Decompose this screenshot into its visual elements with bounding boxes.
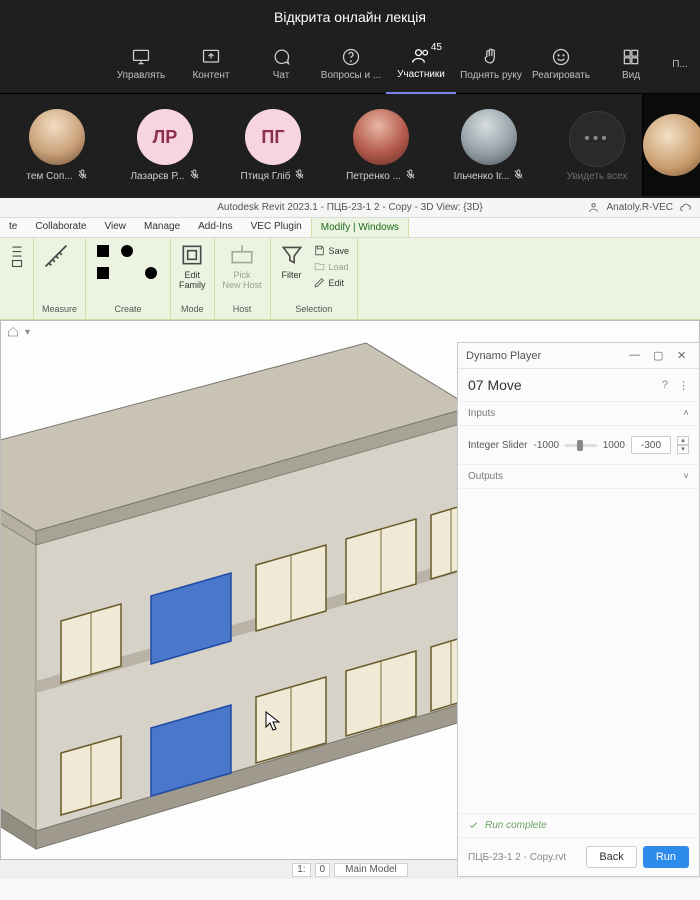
participant-tile[interactable]: ЛР Лазарєв Р... <box>120 109 210 183</box>
qa-button[interactable]: Вопросы и ... <box>316 34 386 94</box>
save-selection-button[interactable]: Save <box>313 244 350 257</box>
create-icon[interactable] <box>118 242 136 260</box>
teams-toolbar: Управлять Контент Чат Вопросы и ... 45 У… <box>0 34 700 94</box>
chevron-up-icon: ˄ <box>683 408 689 419</box>
close-button[interactable]: ✕ <box>677 349 691 363</box>
avatar <box>643 114 700 176</box>
participant-gallery: тем Соп... ЛР Лазарєв Р... ПГ Птиця Гліб… <box>0 94 642 198</box>
check-icon <box>468 820 479 831</box>
help-icon[interactable]: ? <box>662 379 668 392</box>
participant-tile[interactable]: Ільченко Іг... <box>444 109 534 183</box>
emoji-icon <box>551 47 571 67</box>
dynamo-footer: ПЦБ-23-1 2 - Copy.rvt Back Run <box>458 837 699 876</box>
load-selection-button[interactable]: Load <box>313 260 350 273</box>
slider-knob[interactable] <box>577 440 583 451</box>
workset-chip[interactable]: Main Model <box>334 863 408 877</box>
run-button[interactable]: Run <box>643 846 689 868</box>
mic-muted-icon <box>189 169 200 183</box>
manage-button[interactable]: Управлять <box>106 34 176 94</box>
participant-tile[interactable]: тем Соп... <box>12 109 102 183</box>
react-button[interactable]: Реагировать <box>526 34 596 94</box>
zero-chip[interactable]: 0 <box>315 863 331 877</box>
filter-button[interactable]: Filter <box>279 242 305 280</box>
tab-addins[interactable]: Add-Ins <box>189 217 241 237</box>
participants-button[interactable]: 45 Участники <box>386 34 456 94</box>
tab-te[interactable]: te <box>0 217 26 237</box>
tab-collaborate[interactable]: Collaborate <box>26 217 95 237</box>
minimize-button[interactable]: — <box>629 349 643 363</box>
ellipsis-icon: ••• <box>569 111 625 167</box>
modify-button[interactable] <box>8 242 26 270</box>
participant-tile[interactable]: ПГ Птиця Гліб <box>228 109 318 183</box>
user-icon <box>587 201 600 214</box>
create-icon[interactable] <box>142 242 160 260</box>
script-name: 07 Move <box>468 377 522 393</box>
participant-count: 45 <box>431 42 442 53</box>
avatar: ПГ <box>245 109 301 165</box>
tab-modify-windows[interactable]: Modify | Windows <box>311 217 409 237</box>
avatar: ЛР <box>137 109 193 165</box>
avatar <box>29 109 85 165</box>
create-icon[interactable] <box>118 264 136 282</box>
slider-track[interactable] <box>565 444 597 447</box>
content-button[interactable]: Контент <box>176 34 246 94</box>
avatar <box>353 109 409 165</box>
create-icon[interactable] <box>142 264 160 282</box>
value-stepper[interactable]: ▴▾ <box>677 436 689 454</box>
participants-icon <box>411 46 431 66</box>
building-model <box>1 321 471 860</box>
dynamo-script-header: 07 Move ? ⋮ <box>458 369 699 402</box>
maximize-button[interactable]: ▢ <box>653 349 667 363</box>
cloud-icon <box>679 201 692 214</box>
scale-chip[interactable]: 1: <box>292 863 310 877</box>
more-icon[interactable]: ⋮ <box>678 379 689 392</box>
avatar <box>461 109 517 165</box>
edit-family-button[interactable]: Edit Family <box>179 242 206 290</box>
raise-hand-icon <box>481 47 501 67</box>
run-status: Run complete <box>458 813 699 837</box>
inputs-section[interactable]: Inputs ˄ <box>458 402 699 426</box>
back-button[interactable]: Back <box>586 846 636 868</box>
create-icon[interactable] <box>94 264 112 282</box>
grid-icon <box>621 47 641 67</box>
dynamo-file-label: ПЦБ-23-1 2 - Copy.rvt <box>468 852 566 863</box>
see-all-tile[interactable]: ••• Увидеть всех <box>552 111 642 182</box>
view-button[interactable]: Вид <box>596 34 666 94</box>
chevron-down-icon: ˅ <box>683 471 689 482</box>
teams-meeting-bar: Відкрита онлайн лекція Управлять Контент… <box>0 0 700 198</box>
create-icon[interactable] <box>94 242 112 260</box>
qa-icon <box>341 47 361 67</box>
share-screen-icon <box>201 47 221 67</box>
ribbon: Measure Create Edit Family Mode <box>0 238 700 320</box>
slider-value-input[interactable]: -300 <box>631 436 671 454</box>
outputs-section[interactable]: Outputs ˅ <box>458 465 699 489</box>
mic-muted-icon <box>513 169 524 183</box>
shared-screen-revit: Autodesk Revit 2023.1 - ПЦБ-23-1 2 - Cop… <box>0 198 700 900</box>
chat-button[interactable]: Чат <box>246 34 316 94</box>
meeting-title: Відкрита онлайн лекція <box>0 0 700 34</box>
dynamo-player-panel: Dynamo Player — ▢ ✕ 07 Move ? ⋮ Inputs ˄… <box>457 342 700 877</box>
self-preview[interactable] <box>642 94 700 196</box>
tab-manage[interactable]: Manage <box>135 217 189 237</box>
participant-tile[interactable]: Петренко ... <box>336 109 426 183</box>
measure-button[interactable] <box>42 242 70 270</box>
revit-titlebar: Autodesk Revit 2023.1 - ПЦБ-23-1 2 - Cop… <box>0 198 700 218</box>
raise-hand-button[interactable]: Поднять руку <box>456 34 526 94</box>
monitor-icon <box>131 47 151 67</box>
dynamo-titlebar[interactable]: Dynamo Player — ▢ ✕ <box>458 343 699 369</box>
edit-selection-button[interactable]: Edit <box>313 276 350 289</box>
signed-in-user[interactable]: Anatoly.R-VEC <box>587 201 692 214</box>
integer-slider-row: Integer Slider -1000 1000 -300 ▴▾ <box>458 426 699 465</box>
mic-muted-icon <box>405 169 416 183</box>
tab-view[interactable]: View <box>96 217 136 237</box>
more-button[interactable]: П... <box>666 34 694 94</box>
ribbon-tabs: te Collaborate View Manage Add-Ins VEC P… <box>0 218 700 238</box>
mic-muted-icon <box>77 169 88 183</box>
pick-new-host-button[interactable]: Pick New Host <box>223 242 262 290</box>
tab-vec-plugin[interactable]: VEC Plugin <box>242 217 311 237</box>
mic-muted-icon <box>294 169 305 183</box>
chat-icon <box>271 47 291 67</box>
